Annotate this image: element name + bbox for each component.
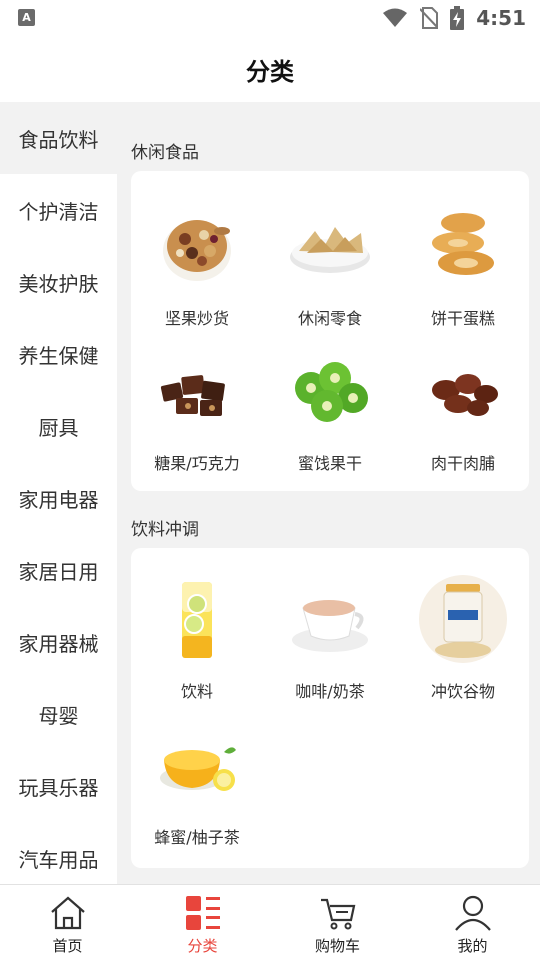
- oatmeal-image: [419, 575, 507, 663]
- sidebar-item-label: 家用电器: [18, 487, 99, 512]
- chocolate-image: [160, 375, 225, 416]
- sidebar-item-health[interactable]: 养生保健: [0, 318, 117, 390]
- section-card-snacks: 坚果炒货 休闲零食 饼干蛋糕 糖果/巧克力 蜜饯果干 肉干肉脯: [131, 171, 529, 491]
- category-label: 冲饮谷物: [430, 682, 495, 701]
- page-header: 分类: [0, 36, 540, 102]
- sidebar-item-label: 食品饮料: [18, 127, 99, 152]
- category-label: 坚果炒货: [164, 309, 229, 328]
- category-item-snacks[interactable]: 休闲零食: [264, 201, 396, 329]
- category-icon: [185, 896, 220, 930]
- category-item-chocolate[interactable]: 糖果/巧克力: [131, 346, 263, 474]
- sidebar-item-label: 美妆护肤: [18, 271, 99, 296]
- sidebar-item-home-devices[interactable]: 家用器械: [0, 606, 117, 678]
- sidebar-item-label: 汽车用品: [18, 847, 99, 872]
- category-item-dried-fruit[interactable]: 蜜饯果干: [264, 346, 396, 474]
- profile-icon: [454, 895, 491, 931]
- sidebar-item-toys[interactable]: 玩具乐器: [0, 750, 117, 822]
- wifi-icon: [383, 8, 408, 27]
- nav-label: 我的: [457, 937, 488, 955]
- coffee-image: [292, 600, 368, 652]
- status-bar: A 4:51: [0, 0, 540, 36]
- sidebar-item-kitchenware[interactable]: 厨具: [0, 390, 117, 462]
- cart-icon: [320, 898, 355, 930]
- category-item-cookies[interactable]: 饼干蛋糕: [397, 201, 529, 329]
- category-item-jerky[interactable]: 肉干肉脯: [397, 346, 529, 474]
- sidebar-item-food-drink[interactable]: 食品饮料: [0, 102, 117, 174]
- category-label: 饮料: [180, 682, 213, 701]
- sidebar-item-label: 个护清洁: [18, 199, 99, 224]
- sidebar-item-beauty[interactable]: 美妆护肤: [0, 246, 117, 318]
- category-item-grain-drinks[interactable]: 冲饮谷物: [397, 574, 529, 702]
- sidebar-item-label: 养生保健: [18, 343, 99, 368]
- category-label: 蜜饯果干: [297, 454, 362, 473]
- nav-label: 购物车: [314, 937, 360, 955]
- section-title-beverages: 饮料冲调: [131, 520, 199, 540]
- sidebar-item-label: 厨具: [38, 415, 79, 440]
- category-label: 蜂蜜/柚子茶: [154, 828, 240, 847]
- dried-kiwi-image: [295, 362, 368, 422]
- nav-item-home[interactable]: 首页: [0, 885, 135, 960]
- honey-image: [160, 747, 236, 791]
- app-notification-icon: A: [18, 9, 35, 26]
- category-label: 饼干蛋糕: [430, 309, 495, 328]
- jerky-image: [432, 374, 498, 416]
- sidebar-item-label: 家居日用: [18, 559, 99, 584]
- nav-label: 分类: [187, 937, 218, 955]
- section-title-snacks: 休闲食品: [131, 143, 199, 163]
- nav-item-category[interactable]: 分类: [135, 885, 270, 960]
- sidebar-item-baby[interactable]: 母婴: [0, 678, 117, 750]
- category-sidebar: 食品饮料 个护清洁 美妆护肤 养生保健 厨具 家用电器 家居日用 家用器械 母婴…: [0, 102, 117, 884]
- section-card-beverages: 饮料 咖啡/奶茶 冲饮谷物 蜂蜜/柚子茶: [131, 548, 529, 868]
- category-content: 休闲食品 坚果炒货 休闲零食 饼干蛋糕 糖果/巧克力 蜜饯果干 肉干肉脯 饮料冲…: [117, 102, 540, 884]
- category-item-honey-tea[interactable]: 蜂蜜/柚子茶: [131, 720, 263, 848]
- nuts-image: [163, 220, 231, 281]
- battery-charging-icon: [450, 6, 465, 30]
- home-icon: [50, 896, 85, 930]
- category-label: 咖啡/奶茶: [295, 682, 365, 701]
- cookies-image: [432, 213, 494, 275]
- nav-label: 首页: [52, 937, 83, 955]
- page-title: 分类: [246, 57, 294, 86]
- sidebar-item-label: 家用器械: [18, 631, 99, 656]
- chips-image: [290, 227, 370, 273]
- category-label: 糖果/巧克力: [154, 454, 240, 473]
- sidebar-item-household[interactable]: 家居日用: [0, 534, 117, 606]
- bottom-navigation: 首页 分类 购物车 我的: [0, 884, 540, 960]
- no-sim-icon: [420, 7, 439, 29]
- sidebar-item-personal-care[interactable]: 个护清洁: [0, 174, 117, 246]
- category-item-coffee-tea[interactable]: 咖啡/奶茶: [264, 574, 396, 702]
- sidebar-item-auto[interactable]: 汽车用品: [0, 822, 117, 884]
- category-label: 休闲零食: [297, 309, 362, 328]
- nav-item-cart[interactable]: 购物车: [270, 885, 405, 960]
- sidebar-item-label: 玩具乐器: [18, 775, 99, 800]
- drink-image: [182, 582, 212, 658]
- category-item-drinks[interactable]: 饮料: [131, 574, 263, 702]
- status-icons: 4:51: [382, 4, 526, 32]
- status-time: 4:51: [476, 6, 526, 30]
- nav-item-profile[interactable]: 我的: [405, 885, 540, 960]
- category-item-nuts[interactable]: 坚果炒货: [131, 201, 263, 329]
- category-label: 肉干肉脯: [430, 454, 495, 473]
- sidebar-item-appliances[interactable]: 家用电器: [0, 462, 117, 534]
- sidebar-item-label: 母婴: [38, 703, 79, 728]
